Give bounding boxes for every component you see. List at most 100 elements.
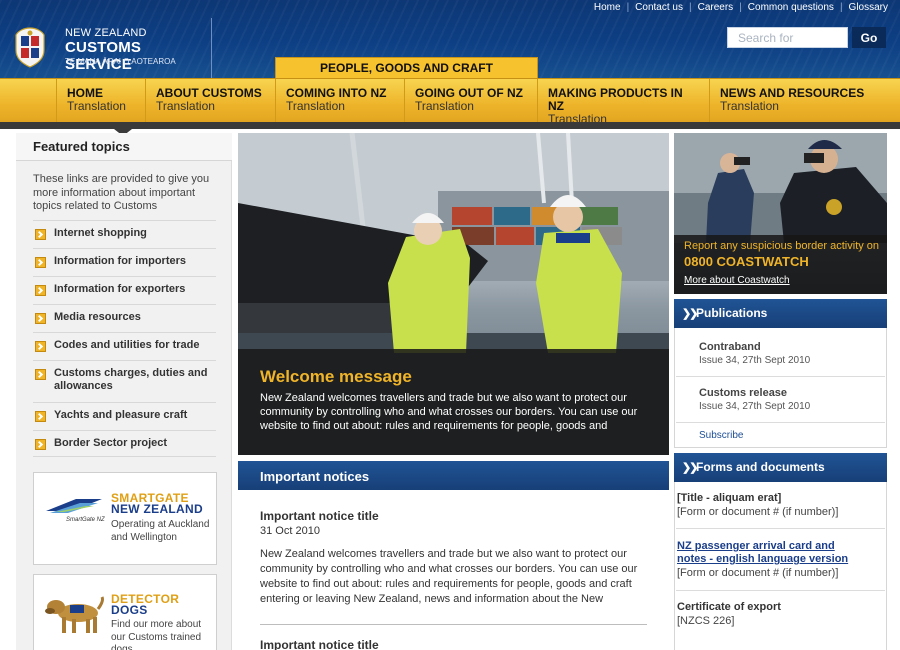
publication-title[interactable]: Contraband xyxy=(699,341,761,353)
utility-link-contact[interactable]: Contact us xyxy=(635,2,683,13)
crest-icon xyxy=(15,27,45,68)
utility-link-glossary[interactable]: Glossary xyxy=(849,2,888,13)
logo-maori-name: TE MANA ĀRAI O AOTEAROA xyxy=(65,57,176,66)
publication-divider xyxy=(676,376,885,377)
publication-date: Issue 34, 27th Sept 2010 xyxy=(699,401,811,412)
promo-smartgate[interactable]: SmartGate NZ SMARTGATE NEW ZEALAND Opera… xyxy=(33,472,217,565)
chevron-right-icon xyxy=(35,229,46,240)
nav-item-subtitle: Translation xyxy=(156,99,215,113)
coastwatch-text: Report any suspicious border activity on xyxy=(684,240,880,252)
topic-link-importers[interactable]: Information for importers xyxy=(33,248,216,274)
nav-item-news-resources[interactable]: NEWS AND RESOURCES Translation xyxy=(710,79,890,123)
nav-item-making-products[interactable]: MAKING PRODUCTS IN NZ Translation xyxy=(538,79,710,126)
notice-title[interactable]: Important notice title xyxy=(260,638,379,650)
promo-description: Operating at Auckland and Wellington xyxy=(111,519,210,543)
notice-divider xyxy=(260,624,647,625)
page: Home | Contact us | Careers | Common questions… xyxy=(0,0,900,650)
double-chevron-icon: ❯❯ xyxy=(682,462,699,474)
site-header: Home | Contact us | Careers | Common questions… xyxy=(0,0,900,78)
topic-link-label: Media resources xyxy=(54,311,141,323)
utility-link-careers[interactable]: Careers xyxy=(698,2,734,13)
subscribe-link[interactable]: Subscribe xyxy=(699,430,743,441)
double-chevron-icon: ❯❯ xyxy=(682,308,699,320)
form-number: [Form or document # (if number)] xyxy=(677,506,839,518)
coastwatch-banner: Report any suspicious border activity on… xyxy=(674,133,887,294)
search-input[interactable] xyxy=(727,27,848,48)
topic-link-border-sector[interactable]: Border Sector project xyxy=(33,430,216,457)
topic-link-label: Customs charges, duties and allowances xyxy=(54,367,208,392)
logo-country: NEW ZEALAND xyxy=(65,27,147,39)
section-tab-people-goods-craft[interactable]: PEOPLE, GOODS AND CRAFT xyxy=(275,57,538,78)
site-logo[interactable]: NEW ZEALAND CUSTOMS SERVICE TE MANA ĀRAI… xyxy=(0,18,212,78)
coastwatch-number: 0800 COASTWATCH xyxy=(684,254,809,269)
form-divider xyxy=(676,528,885,529)
topic-link-exporters[interactable]: Information for exporters xyxy=(33,276,216,302)
topic-link-charges-duties[interactable]: Customs charges, duties and allowances xyxy=(33,360,216,399)
promo-detector-dogs[interactable]: DETECTOR DOGS Find our more about our Cu… xyxy=(33,574,217,650)
coastwatch-link[interactable]: More about Coastwatch xyxy=(684,275,790,286)
form-number: [Form or document # (if number)] xyxy=(677,567,839,579)
hero-caption: Welcome message New Zealand welcomes tra… xyxy=(238,349,669,455)
publications-heading-label: Publications xyxy=(696,306,768,320)
logo-agency: CUSTOMS SERVICE xyxy=(65,39,142,73)
notice-title[interactable]: Important notice title xyxy=(260,509,379,523)
hero-description: New Zealand welcomes travellers and trad… xyxy=(260,392,638,432)
chevron-right-icon xyxy=(35,313,46,324)
publication-date: Issue 34, 27th Sept 2010 xyxy=(699,355,811,366)
notice-date: 31 Oct 2010 xyxy=(260,525,320,537)
forms-heading: ❯❯ Forms and documents xyxy=(674,453,887,482)
nav-item-going-out-of-nz[interactable]: GOING OUT OF NZ Translation xyxy=(405,79,538,123)
topic-link-label: Information for exporters xyxy=(54,283,186,295)
topic-link-label: Codes and utilities for trade xyxy=(54,339,200,351)
form-link-passenger-arrival-card[interactable]: NZ passenger arrival card and notes - en… xyxy=(677,540,862,566)
form-divider xyxy=(676,590,885,591)
chevron-right-icon xyxy=(35,285,46,296)
form-title[interactable]: Certificate of export xyxy=(677,601,781,613)
smartgate-logo-icon: SmartGate NZ xyxy=(46,499,105,523)
search-go-button[interactable]: Go xyxy=(852,27,886,48)
topic-link-label: Yachts and pleasure craft xyxy=(54,409,188,421)
form-title[interactable]: [Title - aliquam erat] xyxy=(677,492,781,504)
form-number: [NZCS 226] xyxy=(677,615,735,627)
forms-heading-label: Forms and documents xyxy=(696,460,825,474)
coastwatch-band: Report any suspicious border activity on… xyxy=(674,235,887,294)
nav-item-about-customs[interactable]: ABOUT CUSTOMS Translation xyxy=(146,79,276,123)
main-nav: HOME Translation ABOUT CUSTOMS Translati… xyxy=(0,78,900,126)
topic-link-codes-utilities[interactable]: Codes and utilities for trade xyxy=(33,332,216,358)
publication-title[interactable]: Customs release xyxy=(699,387,787,399)
featured-topics-heading: Featured topics xyxy=(16,133,232,161)
utility-nav: Home | Contact us | Careers | Common questions… xyxy=(593,2,888,13)
featured-topics-intro: These links are provided to give you mor… xyxy=(33,173,210,212)
nav-item-coming-into-nz[interactable]: COMING INTO NZ Translation xyxy=(276,79,405,123)
utility-link-home[interactable]: Home xyxy=(594,2,621,13)
featured-topics-sidebar: Featured topics These links are provided… xyxy=(16,133,232,650)
nav-item-subtitle: Translation xyxy=(286,99,345,113)
nav-item-subtitle: Translation xyxy=(415,99,474,113)
detector-dog-icon xyxy=(45,596,104,633)
topic-link-yachts[interactable]: Yachts and pleasure craft xyxy=(33,402,216,428)
topic-link-label: Internet shopping xyxy=(54,227,147,239)
topic-link-media-resources[interactable]: Media resources xyxy=(33,304,216,330)
promo-title-line2: NEW ZEALAND xyxy=(111,502,203,516)
chevron-right-icon xyxy=(35,369,46,380)
chevron-right-icon xyxy=(35,257,46,268)
nav-item-subtitle: Translation xyxy=(720,99,779,113)
nav-item-home[interactable]: HOME Translation xyxy=(56,79,146,123)
hero-title: Welcome message xyxy=(260,367,412,386)
nav-item-title: MAKING PRODUCTS IN NZ xyxy=(548,86,683,113)
topic-link-label: Border Sector project xyxy=(54,437,168,449)
publications-heading: ❯❯ Publications xyxy=(674,299,887,328)
utility-link-common-questions[interactable]: Common questions xyxy=(748,2,834,13)
promo-title-line2: DOGS xyxy=(111,603,148,617)
topic-link-internet-shopping[interactable]: Internet shopping xyxy=(33,220,216,246)
nav-divider-strip xyxy=(0,122,900,129)
hero-banner: Welcome message New Zealand welcomes tra… xyxy=(238,133,669,455)
promo-description: Find our more about our Customs trained … xyxy=(111,619,202,650)
topic-link-label: Information for importers xyxy=(54,255,187,267)
chevron-right-icon xyxy=(35,341,46,352)
smartgate-logo-caption: SmartGate NZ xyxy=(66,517,105,523)
chevron-right-icon xyxy=(35,411,46,422)
nav-item-subtitle: Translation xyxy=(67,99,126,113)
chevron-right-icon xyxy=(35,439,46,450)
publication-divider xyxy=(676,422,885,423)
